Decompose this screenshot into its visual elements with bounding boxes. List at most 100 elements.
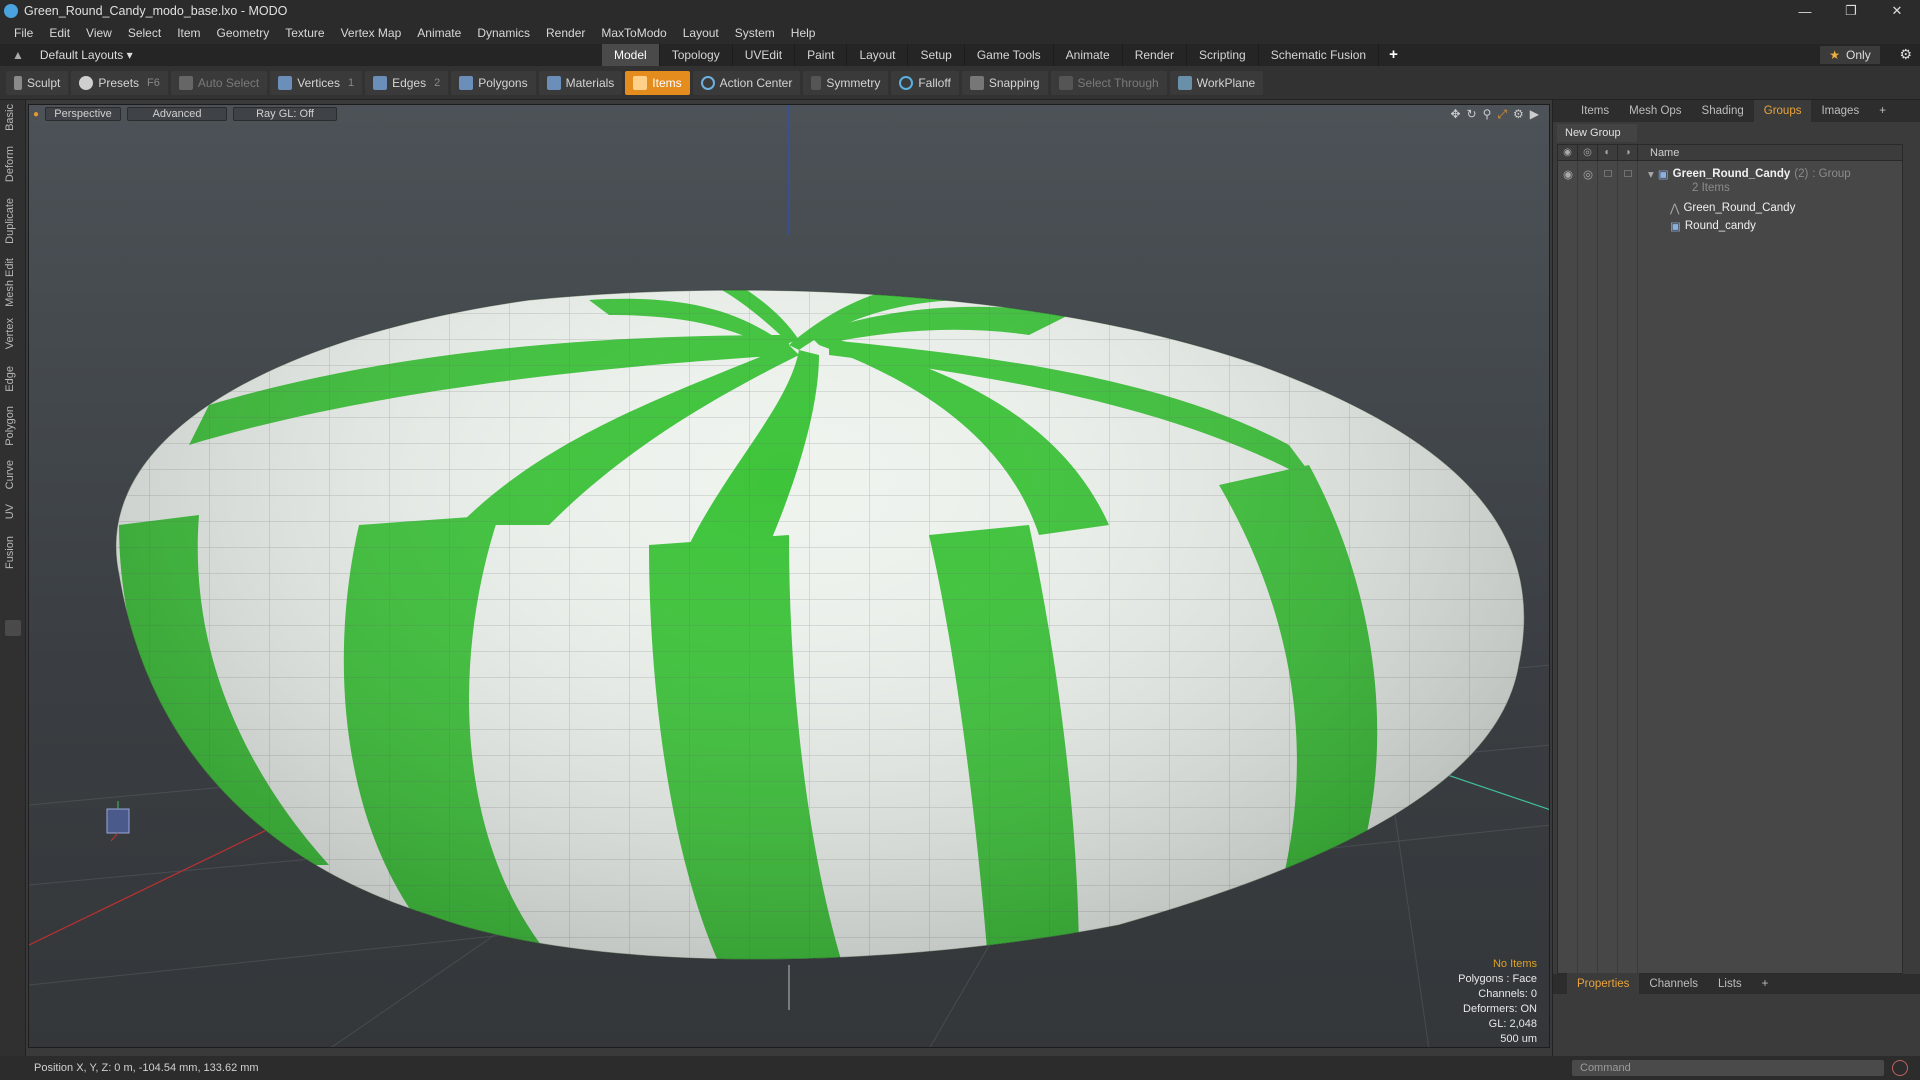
view-gizmo[interactable] bbox=[106, 801, 130, 842]
tab-render[interactable]: Render bbox=[1123, 44, 1188, 66]
presets-shortcut: F6 bbox=[147, 76, 160, 89]
select-through-button[interactable]: Select Through bbox=[1050, 70, 1167, 95]
gl-info: GL: 2,048 bbox=[1488, 1018, 1537, 1030]
materials-button[interactable]: Materials bbox=[538, 70, 623, 95]
vtab-vertex[interactable]: Vertex bbox=[4, 318, 22, 349]
vtab-curve[interactable]: Curve bbox=[4, 460, 22, 489]
vtab-polygon[interactable]: Polygon bbox=[4, 406, 22, 446]
viewport-settings-icon[interactable]: ⚙ bbox=[1513, 107, 1524, 122]
command-run-icon[interactable] bbox=[1892, 1060, 1908, 1076]
snapping-button[interactable]: Snapping bbox=[961, 70, 1048, 95]
tab-images[interactable]: Images bbox=[1811, 100, 1869, 122]
menu-geometry[interactable]: Geometry bbox=[209, 26, 278, 40]
command-input[interactable]: Command bbox=[1572, 1060, 1884, 1076]
presets-button[interactable]: Presets F6 bbox=[71, 70, 168, 95]
workplane-button[interactable]: WorkPlane bbox=[1169, 70, 1264, 95]
falloff-button[interactable]: Falloff bbox=[891, 70, 959, 95]
viewport-menu-icon[interactable]: ● bbox=[33, 109, 39, 120]
menu-texture[interactable]: Texture bbox=[277, 26, 332, 40]
layouts-dropdown[interactable]: ▲ Default Layouts ▾ bbox=[0, 48, 600, 62]
vtab-uv[interactable]: UV bbox=[4, 504, 22, 519]
tab-game-tools[interactable]: Game Tools bbox=[965, 44, 1054, 66]
tab-mesh-ops[interactable]: Mesh Ops bbox=[1619, 100, 1691, 122]
tab-topology[interactable]: Topology bbox=[660, 44, 733, 66]
group-sub-label: 2 Items bbox=[1692, 182, 1730, 194]
vtab-fusion[interactable]: Fusion bbox=[4, 536, 22, 569]
add-right-tab-button[interactable]: + bbox=[1869, 100, 1896, 122]
tab-items[interactable]: Items bbox=[1571, 100, 1619, 122]
panel-toggle-icon[interactable] bbox=[5, 620, 21, 636]
polygons-button[interactable]: Polygons bbox=[451, 70, 536, 95]
3d-viewport[interactable]: ● Perspective Advanced Ray GL: Off ✥ ↻ ⚲… bbox=[28, 104, 1550, 1048]
only-label: Only bbox=[1846, 48, 1871, 62]
add-tab-button[interactable]: + bbox=[1379, 44, 1408, 66]
tab-shading[interactable]: Shading bbox=[1692, 100, 1754, 122]
star-icon: ★ bbox=[1829, 48, 1841, 62]
tab-scripting[interactable]: Scripting bbox=[1187, 44, 1259, 66]
tab-model[interactable]: Model bbox=[602, 44, 660, 66]
tree-row-material[interactable]: ▣ Round_candy bbox=[1558, 217, 1904, 235]
menu-select[interactable]: Select bbox=[120, 26, 169, 40]
tab-properties[interactable]: Properties bbox=[1567, 973, 1640, 995]
menu-system[interactable]: System bbox=[727, 26, 783, 40]
falloff-icon bbox=[899, 75, 914, 90]
viewport-expand-icon[interactable]: ▶ bbox=[1530, 107, 1539, 122]
shading-dropdown[interactable]: Advanced bbox=[127, 107, 228, 121]
action-center-button[interactable]: Action Center bbox=[692, 70, 801, 95]
add-props-tab-button[interactable]: + bbox=[1752, 973, 1779, 995]
gear-icon[interactable]: ⚙ bbox=[1899, 46, 1912, 63]
vertices-button[interactable]: Vertices 1 bbox=[270, 70, 363, 95]
menu-maxtomodo[interactable]: MaxToModo bbox=[593, 26, 674, 40]
vtab-basic[interactable]: Basic bbox=[4, 104, 22, 131]
layout-pin-icon: ▲ bbox=[12, 48, 24, 62]
menu-dynamics[interactable]: Dynamics bbox=[469, 26, 538, 40]
tab-animate[interactable]: Animate bbox=[1054, 44, 1123, 66]
rotate-icon[interactable]: ↻ bbox=[1467, 107, 1477, 122]
lock-column-icon[interactable]: ◎ bbox=[1578, 144, 1598, 161]
menu-layout[interactable]: Layout bbox=[675, 26, 727, 40]
close-icon[interactable]: ✕ bbox=[1874, 0, 1920, 22]
menu-vertex-map[interactable]: Vertex Map bbox=[333, 26, 410, 40]
fit-icon[interactable]: ⤢ bbox=[1497, 107, 1507, 122]
new-group-button[interactable]: New Group bbox=[1557, 124, 1637, 142]
vtab-deform[interactable]: Deform bbox=[4, 146, 22, 182]
tab-groups[interactable]: Groups bbox=[1753, 100, 1812, 122]
tree-row-mesh[interactable]: ⋀ Green_Round_Candy bbox=[1558, 199, 1904, 217]
tab-channels[interactable]: Channels bbox=[1639, 973, 1708, 995]
auto-select-button[interactable]: Auto Select bbox=[170, 70, 268, 95]
name-column-header[interactable]: Name bbox=[1638, 147, 1679, 159]
render-column-icon[interactable]: ◐ bbox=[1598, 144, 1618, 161]
menu-animate[interactable]: Animate bbox=[409, 26, 469, 40]
menu-edit[interactable]: Edit bbox=[41, 26, 78, 40]
menu-item[interactable]: Item bbox=[169, 26, 208, 40]
tab-schematic-fusion[interactable]: Schematic Fusion bbox=[1259, 44, 1380, 66]
tab-lists[interactable]: Lists bbox=[1708, 973, 1752, 995]
view-type-dropdown[interactable]: Perspective bbox=[45, 107, 122, 121]
edges-button[interactable]: Edges 2 bbox=[365, 70, 449, 95]
pan-icon[interactable]: ✥ bbox=[1450, 107, 1460, 122]
vtab-duplicate[interactable]: Duplicate bbox=[4, 198, 22, 244]
zoom-icon[interactable]: ⚲ bbox=[1483, 107, 1492, 122]
tab-paint[interactable]: Paint bbox=[795, 44, 848, 66]
menu-render[interactable]: Render bbox=[538, 26, 593, 40]
raygl-dropdown[interactable]: Ray GL: Off bbox=[233, 107, 338, 121]
tab-uvedit[interactable]: UVEdit bbox=[733, 44, 796, 66]
menu-help[interactable]: Help bbox=[783, 26, 824, 40]
vtab-mesh-edit[interactable]: Mesh Edit bbox=[4, 258, 22, 307]
eye-column-icon[interactable]: ◉ bbox=[1558, 144, 1578, 161]
polygons-info: Polygons : Face bbox=[1458, 973, 1537, 985]
menu-view[interactable]: View bbox=[78, 26, 120, 40]
vtab-edge[interactable]: Edge bbox=[4, 366, 22, 392]
tab-layout[interactable]: Layout bbox=[847, 44, 909, 66]
items-button[interactable]: Items bbox=[625, 70, 690, 95]
menu-file[interactable]: File bbox=[6, 26, 41, 40]
symmetry-button[interactable]: Symmetry bbox=[803, 70, 889, 95]
minimize-icon[interactable]: — bbox=[1782, 0, 1828, 22]
only-button[interactable]: ★ Only bbox=[1820, 46, 1880, 64]
sculpt-button[interactable]: Sculpt bbox=[6, 70, 69, 95]
restore-icon[interactable]: ❐ bbox=[1828, 0, 1874, 22]
status-bar: Position X, Y, Z: 0 m, -104.54 mm, 133.6… bbox=[0, 1056, 1556, 1080]
snapping-icon bbox=[969, 75, 984, 90]
select-column-icon[interactable]: ◑ bbox=[1618, 144, 1638, 161]
tab-setup[interactable]: Setup bbox=[908, 44, 965, 66]
